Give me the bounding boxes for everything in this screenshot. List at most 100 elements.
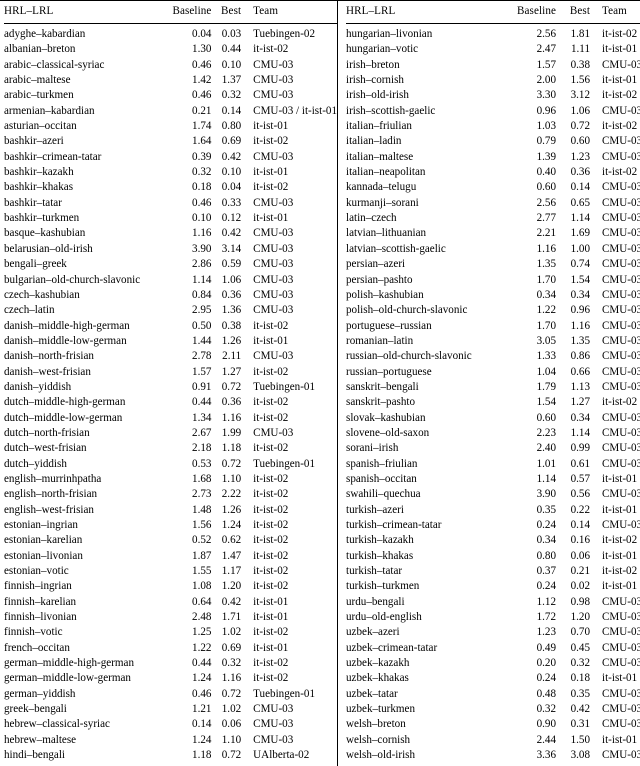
cell-team: it-ist-01 <box>602 580 638 593</box>
cell-team: it-ist-01 <box>253 166 289 179</box>
cell-hrl-lrl: persian–azeri <box>346 258 406 271</box>
cell-hrl-lrl: english–north-frisian <box>4 488 98 501</box>
cell-hrl-lrl: finnish–votic <box>4 626 63 639</box>
cell-best: 1.26 <box>221 334 242 347</box>
cell-team: CMU-03 <box>602 626 640 639</box>
cell-baseline: 0.50 <box>192 319 212 332</box>
cell-hrl-lrl: french–occitan <box>4 641 70 654</box>
cell-hrl-lrl: spanish–friulian <box>346 457 418 470</box>
cell-hrl-lrl: adyghe–kabardian <box>4 28 86 40</box>
cell-best: 0.36 <box>570 166 590 179</box>
cell-hrl-lrl: bengali–greek <box>4 258 67 271</box>
cell-team: CMU-03 <box>602 380 640 393</box>
cell-baseline: 0.49 <box>536 641 556 654</box>
cell-baseline: 2.86 <box>192 258 212 271</box>
cell-hrl-lrl: bashkir–crimean-tatar <box>4 150 102 163</box>
left-results-table: HRL–LRL Baseline Best Team adyghe–kabard… <box>4 1 337 766</box>
table-row: turkish–azeri 0.35 0.22 it-ist-01 <box>346 503 640 520</box>
cell-hrl-lrl: welsh–breton <box>346 718 406 731</box>
cell-best: 0.65 <box>570 196 590 209</box>
cell-team: CMU-03 <box>602 718 640 731</box>
cell-baseline: 0.35 <box>536 503 556 516</box>
table-row: dutch–yiddish 0.53 0.72 Tuebingen-01 <box>4 458 337 474</box>
cell-team: CMU-03 <box>602 749 640 762</box>
cell-best: 0.80 <box>221 120 242 133</box>
cell-team: it-ist-01 <box>602 43 638 56</box>
cell-hrl-lrl: asturian–occitan <box>4 120 77 133</box>
cell-team: CMU-03 <box>602 365 640 378</box>
table-row: russian–old-church-slavonic 1.33 0.86 CMU-0… <box>346 351 640 366</box>
cell-hrl-lrl: turkish–crimean-tatar <box>346 519 442 531</box>
right-table-panel: HRL–LRL Baseline Best Team hungarian–liv… <box>338 1 640 766</box>
cell-best: 1.26 <box>221 503 242 516</box>
cell-hrl-lrl: hindi–bengali <box>4 749 66 762</box>
cell-hrl-lrl: belarusian–old-irish <box>4 242 93 255</box>
table-row: arabic–maltese 1.42 1.37 CMU-03 <box>4 74 337 90</box>
table-row: adyghe–kabardian 0.04 0.03 Tuebingen-02 <box>4 24 337 45</box>
table-row: sorani–irish 2.40 0.99 CMU-03 <box>346 443 640 458</box>
cell-hrl-lrl: polish–old-church-slavonic <box>346 304 468 317</box>
cell-best: 1.27 <box>221 365 242 378</box>
cell-hrl-lrl: finnish–livonian <box>4 611 77 624</box>
cell-team: it-ist-01 <box>602 472 638 485</box>
cell-hrl-lrl: estonian–livonian <box>4 549 83 562</box>
cell-hrl-lrl: dutch–middle-high-german <box>4 396 126 409</box>
cell-hrl-lrl: czech–latin <box>4 304 55 317</box>
cell-team: CMU-03 <box>253 227 294 240</box>
cell-baseline: 1.44 <box>192 334 212 347</box>
cell-team: CMU-03 <box>602 304 640 317</box>
cell-hrl-lrl: german–middle-low-german <box>4 672 131 685</box>
cell-team: CMU-03 <box>602 442 640 455</box>
table-row: czech–latin 2.95 1.36 CMU-03 <box>4 305 337 320</box>
cell-hrl-lrl: uzbek–khakas <box>346 672 409 685</box>
cell-best: 1.10 <box>221 733 242 746</box>
cell-team: it-ist-01 <box>602 733 638 746</box>
cell-team: it-ist-02 <box>253 549 289 562</box>
cell-hrl-lrl: sanskrit–bengali <box>346 380 419 393</box>
cell-team: CMU-03 <box>602 212 640 225</box>
cell-baseline: 1.54 <box>536 396 556 409</box>
cell-team: it-ist-02 <box>602 565 638 578</box>
cell-team: CMU-03 <box>602 657 640 670</box>
cell-best: 0.36 <box>221 396 242 409</box>
table-row: russian–portuguese 1.04 0.66 CMU-03 <box>346 365 640 382</box>
table-row: hebrew–maltese 1.24 1.10 CMU-03 <box>4 733 337 750</box>
cell-hrl-lrl: danish–west-frisian <box>4 365 91 378</box>
cell-team: it-ist-02 <box>602 89 638 102</box>
cell-hrl-lrl: uzbek–tatar <box>346 687 398 700</box>
cell-baseline: 0.60 <box>536 181 556 194</box>
cell-best: 1.14 <box>570 426 590 439</box>
table-row: danish–middle-high-german 0.50 0.38 it-ist-… <box>4 319 337 336</box>
table-row: irish–cornish 2.00 1.56 it-ist-01 <box>346 74 640 90</box>
cell-team: it-ist-01 <box>253 212 289 225</box>
cell-best: 1.24 <box>221 519 242 531</box>
table-row: slovene–old-saxon 2.23 1.14 CMU-03 <box>346 426 640 443</box>
cell-hrl-lrl: bashkir–khakas <box>4 181 74 194</box>
cell-baseline: 0.39 <box>192 150 212 163</box>
cell-hrl-lrl: danish–middle-high-german <box>4 319 130 332</box>
cell-baseline: 1.56 <box>192 519 212 531</box>
cell-baseline: 2.95 <box>192 304 212 317</box>
cell-hrl-lrl: russian–portuguese <box>346 365 432 378</box>
cell-baseline: 1.70 <box>536 319 556 332</box>
cell-baseline: 1.30 <box>192 43 212 56</box>
cell-best: 1.18 <box>221 442 242 455</box>
table-row: danish–north-frisian 2.78 2.11 CMU-03 <box>4 351 337 366</box>
table-row: danish–west-frisian 1.57 1.27 it-ist-02 <box>4 365 337 382</box>
cell-best: 0.34 <box>570 288 590 301</box>
cell-best: 0.14 <box>221 104 242 117</box>
cell-baseline: 0.64 <box>192 595 212 608</box>
cell-hrl-lrl: turkish–turkmen <box>346 580 420 593</box>
cell-best: 0.42 <box>221 150 242 163</box>
cell-best: 1.16 <box>570 319 590 332</box>
cell-baseline: 1.34 <box>192 411 212 424</box>
cell-best: 1.27 <box>570 396 590 409</box>
cell-team: CMU-03 <box>253 350 294 363</box>
cell-hrl-lrl: dutch–north-frisian <box>4 426 90 439</box>
cell-baseline: 1.74 <box>192 120 212 133</box>
cell-hrl-lrl: kurmanji–sorani <box>346 196 419 209</box>
cell-best: 1.37 <box>221 74 242 87</box>
cell-best: 1.54 <box>570 273 590 286</box>
cell-best: 0.12 <box>221 212 242 225</box>
cell-team: CMU-03 <box>602 334 640 347</box>
